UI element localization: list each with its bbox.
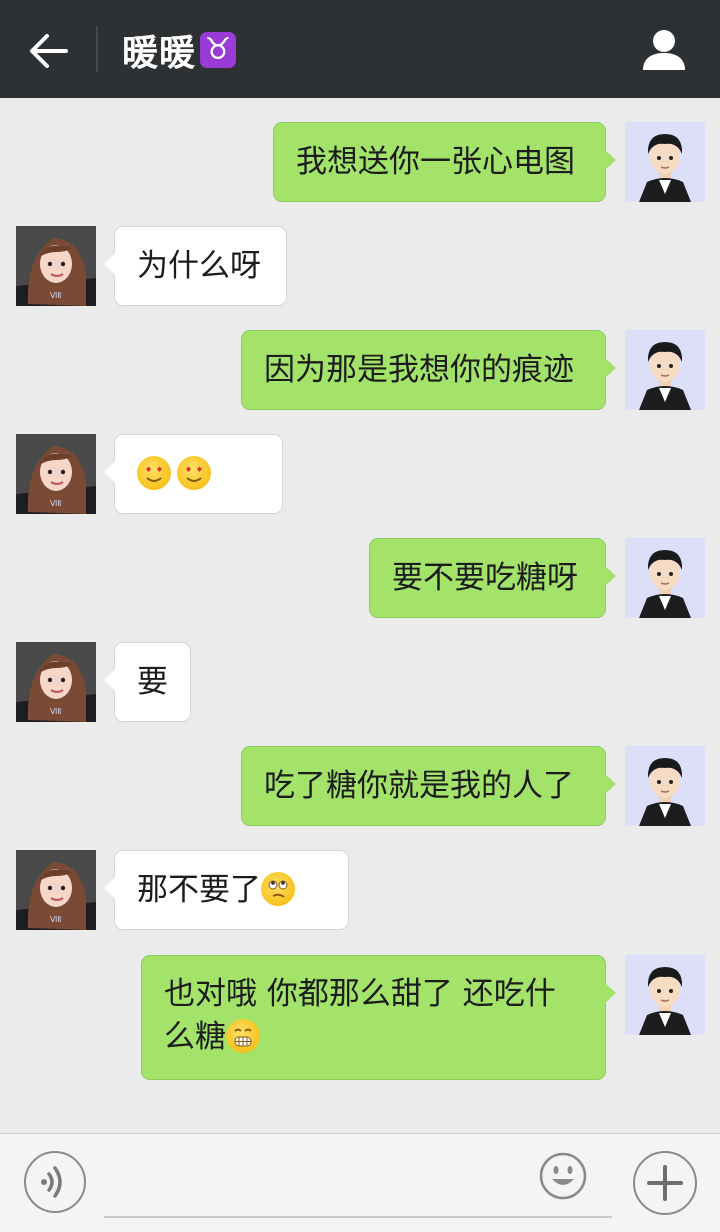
contact-avatar[interactable] — [16, 642, 96, 722]
outgoing-message[interactable]: 我想送你一张心电图 — [273, 122, 616, 202]
my-avatar[interactable] — [625, 746, 705, 826]
message-text: 那不要了 — [137, 872, 261, 908]
input-bar — [0, 1133, 720, 1232]
message-text: 吃了糖你就是我的人了 — [264, 768, 574, 804]
message-text: 因为那是我想你的痕迹 — [264, 352, 574, 388]
my-avatar[interactable] — [625, 955, 705, 1035]
incoming-message[interactable]: 要 — [104, 642, 191, 722]
message-text-line-2: 么糖 — [164, 1016, 583, 1059]
arrow-left-icon — [30, 34, 68, 68]
voice-icon — [41, 1166, 62, 1198]
smiley-icon — [539, 1152, 587, 1200]
heart-eyes-emoji — [177, 456, 211, 490]
chat-title: 暖暖 — [122, 33, 197, 74]
message-text-line: 也对哦 你都那么甜了 还吃什 — [164, 976, 556, 1012]
message-text: 要 — [137, 664, 168, 700]
my-avatar[interactable] — [625, 538, 705, 618]
message-text: 为什么呀 — [137, 248, 261, 284]
message-text: 我想送你一张心电图 — [296, 144, 575, 180]
incoming-message[interactable]: 为什么呀 — [104, 226, 287, 306]
outgoing-message[interactable]: 也对哦 你都那么甜了 还吃什 么糖 — [141, 955, 616, 1080]
person-icon — [643, 30, 685, 70]
header-divider — [96, 26, 98, 72]
chat-info-button[interactable] — [640, 28, 688, 72]
contact-avatar[interactable] — [16, 226, 96, 306]
incoming-message[interactable]: 那不要了 — [104, 850, 349, 930]
outgoing-message[interactable]: 要不要吃糖呀 — [369, 538, 616, 618]
message-text: 么糖 — [164, 1019, 226, 1055]
emoji-button[interactable] — [538, 1151, 588, 1201]
voice-button[interactable] — [24, 1151, 86, 1213]
grinning-teeth-emoji — [226, 1019, 260, 1053]
my-avatar[interactable] — [625, 330, 705, 410]
chat-title-group: 暖暖 ♉ — [122, 26, 237, 74]
contact-avatar[interactable] — [16, 850, 96, 930]
plus-icon — [647, 1165, 683, 1201]
taurus-icon: ♉ — [200, 32, 237, 68]
contact-avatar[interactable] — [16, 434, 96, 514]
my-avatar[interactable] — [625, 122, 705, 202]
heart-eyes-emoji — [137, 456, 171, 490]
outgoing-message[interactable]: 吃了糖你就是我的人了 — [241, 746, 616, 826]
outgoing-message[interactable]: 因为那是我想你的痕迹 — [241, 330, 616, 410]
rolling-eyes-emoji — [261, 872, 295, 906]
back-button[interactable] — [22, 26, 76, 76]
message-text: 要不要吃糖呀 — [392, 560, 578, 596]
incoming-message[interactable] — [104, 434, 283, 514]
message-input[interactable] — [104, 1152, 612, 1218]
top-bar: 暖暖 ♉ — [0, 0, 720, 98]
more-button[interactable] — [633, 1151, 697, 1215]
